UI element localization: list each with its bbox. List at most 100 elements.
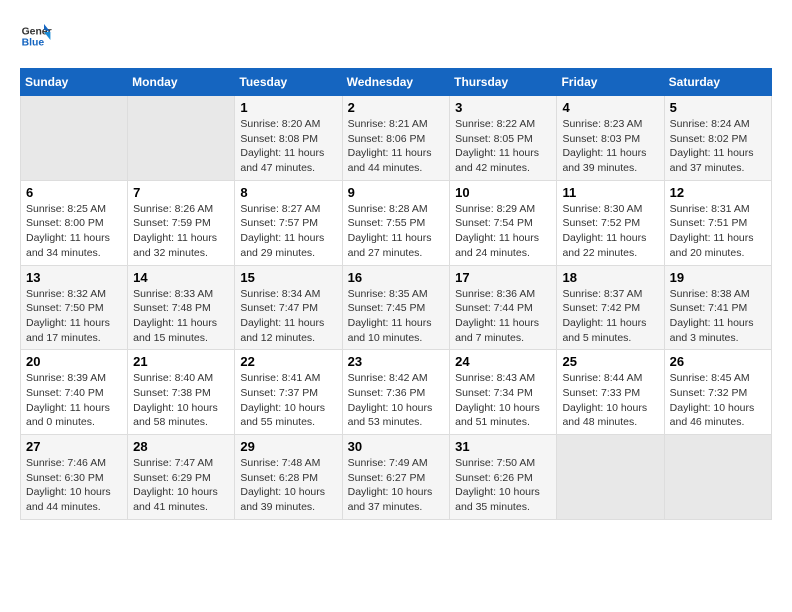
day-info: Sunrise: 8:28 AMSunset: 7:55 PMDaylight:… [348, 202, 445, 261]
calendar-cell: 22 Sunrise: 8:41 AMSunset: 7:37 PMDayligh… [235, 350, 342, 435]
day-number: 11 [562, 185, 658, 200]
calendar-cell: 11Sunrise: 8:30 AMSunset: 7:52 PMDayligh… [557, 180, 664, 265]
calendar-cell: 5 Sunrise: 8:24 AMSunset: 8:02 PMDaylight… [664, 96, 771, 181]
weekday-header-thursday: Thursday [450, 69, 557, 96]
day-number: 23 [348, 354, 445, 369]
day-number: 19 [670, 270, 766, 285]
day-info: Sunrise: 8:39 AMSunset: 7:40 PMDaylight:… [26, 371, 122, 430]
calendar-cell: 10Sunrise: 8:29 AMSunset: 7:54 PMDayligh… [450, 180, 557, 265]
day-number: 24 [455, 354, 551, 369]
day-number: 27 [26, 439, 122, 454]
calendar-cell: 15 Sunrise: 8:34 AMSunset: 7:47 PMDayligh… [235, 265, 342, 350]
day-info: Sunrise: 8:35 AMSunset: 7:45 PMDaylight:… [348, 287, 445, 346]
calendar-cell: 27Sunrise: 7:46 AMSunset: 6:30 PMDayligh… [21, 435, 128, 520]
day-info: Sunrise: 8:33 AMSunset: 7:48 PMDaylight:… [133, 287, 229, 346]
weekday-header-monday: Monday [128, 69, 235, 96]
day-number: 8 [240, 185, 336, 200]
calendar-week-row: 27Sunrise: 7:46 AMSunset: 6:30 PMDayligh… [21, 435, 772, 520]
day-number: 20 [26, 354, 122, 369]
day-info: Sunrise: 8:32 AMSunset: 7:50 PMDaylight:… [26, 287, 122, 346]
day-info: Sunrise: 8:24 AMSunset: 8:02 PMDaylight:… [670, 117, 766, 176]
day-number: 30 [348, 439, 445, 454]
day-info: Sunrise: 8:22 AMSunset: 8:05 PMDaylight:… [455, 117, 551, 176]
calendar-cell: 21Sunrise: 8:40 AMSunset: 7:38 PMDayligh… [128, 350, 235, 435]
day-number: 15 [240, 270, 336, 285]
calendar-cell: 29 Sunrise: 7:48 AMSunset: 6:28 PMDayligh… [235, 435, 342, 520]
day-number: 7 [133, 185, 229, 200]
calendar-cell: 4 Sunrise: 8:23 AMSunset: 8:03 PMDaylight… [557, 96, 664, 181]
day-number: 3 [455, 100, 551, 115]
day-number: 4 [562, 100, 658, 115]
day-number: 26 [670, 354, 766, 369]
calendar-cell: 3 Sunrise: 8:22 AMSunset: 8:05 PMDaylight… [450, 96, 557, 181]
calendar-week-row: 13 Sunrise: 8:32 AMSunset: 7:50 PMDayligh… [21, 265, 772, 350]
day-number: 28 [133, 439, 229, 454]
day-number: 1 [240, 100, 336, 115]
day-info: Sunrise: 8:44 AMSunset: 7:33 PMDaylight:… [562, 371, 658, 430]
weekday-header-tuesday: Tuesday [235, 69, 342, 96]
day-info: Sunrise: 8:40 AMSunset: 7:38 PMDaylight:… [133, 371, 229, 430]
day-number: 18 [562, 270, 658, 285]
day-info: Sunrise: 8:21 AMSunset: 8:06 PMDaylight:… [348, 117, 445, 176]
calendar-cell: 18Sunrise: 8:37 AMSunset: 7:42 PMDayligh… [557, 265, 664, 350]
weekday-header-saturday: Saturday [664, 69, 771, 96]
calendar-cell [557, 435, 664, 520]
day-number: 16 [348, 270, 445, 285]
logo: General Blue [20, 20, 52, 52]
calendar-cell: 17 Sunrise: 8:36 AMSunset: 7:44 PMDayligh… [450, 265, 557, 350]
day-number: 17 [455, 270, 551, 285]
day-info: Sunrise: 7:48 AMSunset: 6:28 PMDaylight:… [240, 456, 336, 515]
day-info: Sunrise: 8:25 AMSunset: 8:00 PMDaylight:… [26, 202, 122, 261]
day-info: Sunrise: 7:47 AMSunset: 6:29 PMDaylight:… [133, 456, 229, 515]
calendar-cell: 9 Sunrise: 8:28 AMSunset: 7:55 PMDaylight… [342, 180, 450, 265]
calendar-cell: 25Sunrise: 8:44 AMSunset: 7:33 PMDayligh… [557, 350, 664, 435]
day-info: Sunrise: 8:38 AMSunset: 7:41 PMDaylight:… [670, 287, 766, 346]
calendar-cell: 8Sunrise: 8:27 AMSunset: 7:57 PMDaylight… [235, 180, 342, 265]
weekday-header-friday: Friday [557, 69, 664, 96]
day-number: 14 [133, 270, 229, 285]
calendar-cell [128, 96, 235, 181]
weekday-header-sunday: Sunday [21, 69, 128, 96]
page-header: General Blue [20, 20, 772, 52]
day-info: Sunrise: 7:50 AMSunset: 6:26 PMDaylight:… [455, 456, 551, 515]
calendar-cell: 24 Sunrise: 8:43 AMSunset: 7:34 PMDayligh… [450, 350, 557, 435]
calendar-cell: 28 Sunrise: 7:47 AMSunset: 6:29 PMDayligh… [128, 435, 235, 520]
logo-icon: General Blue [20, 20, 52, 52]
calendar-cell: 13 Sunrise: 8:32 AMSunset: 7:50 PMDayligh… [21, 265, 128, 350]
calendar-week-row: 20 Sunrise: 8:39 AMSunset: 7:40 PMDayligh… [21, 350, 772, 435]
calendar-cell: 19 Sunrise: 8:38 AMSunset: 7:41 PMDayligh… [664, 265, 771, 350]
day-number: 31 [455, 439, 551, 454]
calendar-cell: 26 Sunrise: 8:45 AMSunset: 7:32 PMDayligh… [664, 350, 771, 435]
day-number: 12 [670, 185, 766, 200]
day-number: 5 [670, 100, 766, 115]
day-info: Sunrise: 8:36 AMSunset: 7:44 PMDaylight:… [455, 287, 551, 346]
calendar-week-row: 6Sunrise: 8:25 AMSunset: 8:00 PMDaylight… [21, 180, 772, 265]
day-info: Sunrise: 8:42 AMSunset: 7:36 PMDaylight:… [348, 371, 445, 430]
calendar-table: SundayMondayTuesdayWednesdayThursdayFrid… [20, 68, 772, 520]
day-info: Sunrise: 8:43 AMSunset: 7:34 PMDaylight:… [455, 371, 551, 430]
calendar-cell [664, 435, 771, 520]
day-info: Sunrise: 8:31 AMSunset: 7:51 PMDaylight:… [670, 202, 766, 261]
weekday-header-wednesday: Wednesday [342, 69, 450, 96]
calendar-cell: 14 Sunrise: 8:33 AMSunset: 7:48 PMDayligh… [128, 265, 235, 350]
calendar-cell: 31 Sunrise: 7:50 AMSunset: 6:26 PMDayligh… [450, 435, 557, 520]
day-number: 22 [240, 354, 336, 369]
day-info: Sunrise: 8:26 AMSunset: 7:59 PMDaylight:… [133, 202, 229, 261]
calendar-cell [21, 96, 128, 181]
day-number: 10 [455, 185, 551, 200]
day-info: Sunrise: 8:41 AMSunset: 7:37 PMDaylight:… [240, 371, 336, 430]
day-number: 13 [26, 270, 122, 285]
day-number: 9 [348, 185, 445, 200]
day-info: Sunrise: 7:49 AMSunset: 6:27 PMDaylight:… [348, 456, 445, 515]
day-info: Sunrise: 8:34 AMSunset: 7:47 PMDaylight:… [240, 287, 336, 346]
weekday-header-row: SundayMondayTuesdayWednesdayThursdayFrid… [21, 69, 772, 96]
calendar-cell: 23 Sunrise: 8:42 AMSunset: 7:36 PMDayligh… [342, 350, 450, 435]
svg-text:Blue: Blue [22, 38, 45, 49]
calendar-cell: 2Sunrise: 8:21 AMSunset: 8:06 PMDaylight… [342, 96, 450, 181]
day-number: 29 [240, 439, 336, 454]
day-info: Sunrise: 8:45 AMSunset: 7:32 PMDaylight:… [670, 371, 766, 430]
calendar-cell: 30 Sunrise: 7:49 AMSunset: 6:27 PMDayligh… [342, 435, 450, 520]
calendar-cell: 20 Sunrise: 8:39 AMSunset: 7:40 PMDayligh… [21, 350, 128, 435]
calendar-cell: 16 Sunrise: 8:35 AMSunset: 7:45 PMDayligh… [342, 265, 450, 350]
day-info: Sunrise: 8:23 AMSunset: 8:03 PMDaylight:… [562, 117, 658, 176]
